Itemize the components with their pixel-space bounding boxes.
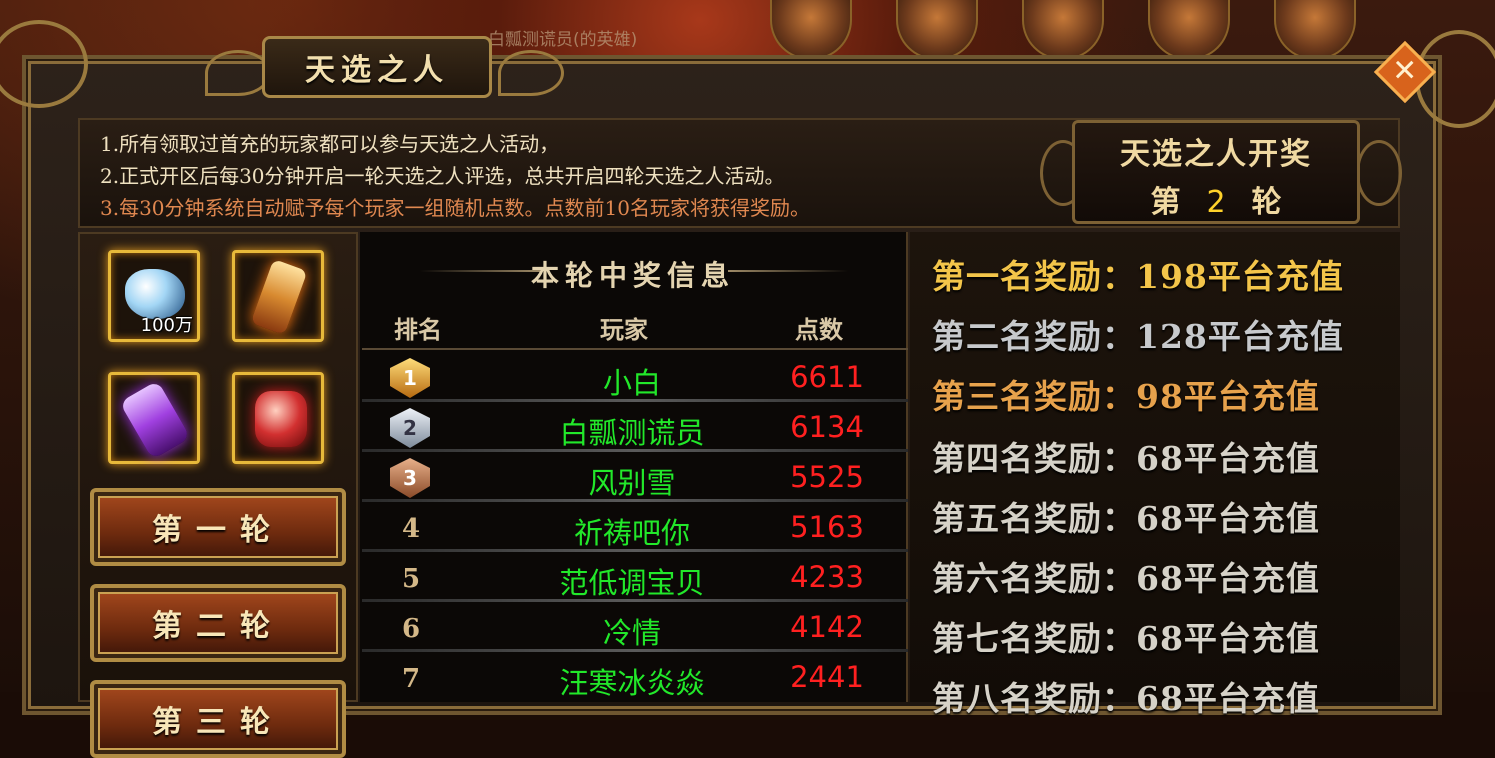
table-row: 1 小白 6611 [362, 354, 908, 402]
table-row: 4 祈祷吧你 5163 [362, 504, 908, 552]
player-points: 2441 [790, 660, 864, 694]
table-row: 5 范低调宝贝 4233 [362, 554, 908, 602]
player-points: 4233 [790, 560, 864, 594]
player-name: 汪寒冰炎焱 [559, 666, 705, 700]
player-name: 冷情 [602, 616, 661, 650]
rank-number: 5 [402, 564, 421, 594]
draw-title: 天选之人开奖 [1120, 137, 1312, 172]
player-points: 5163 [790, 510, 864, 544]
header-divider [362, 348, 908, 350]
prize-third: 第三名奖励：98平台充值 [932, 377, 1320, 416]
reward-item-purple-scroll[interactable] [108, 372, 200, 464]
row-divider [362, 399, 908, 402]
rank-number: 6 [402, 614, 421, 644]
background-hint-text: 白瓢测谎员(的英雄) [488, 30, 638, 50]
firework-icon [250, 258, 308, 336]
round-2-button[interactable]: 第二轮 [90, 584, 346, 662]
row-divider [362, 649, 908, 652]
prize-second: 第二名奖励：128平台充值 [932, 317, 1344, 356]
red-scroll-icon [255, 391, 307, 447]
column-header-points: 点数 [795, 315, 843, 344]
window-title: 天选之人 [305, 53, 449, 88]
window-title-tab: 天选之人 [262, 36, 492, 98]
player-points: 5525 [790, 460, 864, 494]
prize-fourth: 第四名奖励：68平台充值 [932, 439, 1320, 478]
winners-title: 本轮中奖信息 [530, 259, 735, 292]
reward-item-diamond[interactable]: 100万 [108, 250, 200, 342]
prize-eighth: 第八名奖励：68平台充值 [932, 679, 1320, 718]
player-points: 4142 [790, 610, 864, 644]
round-number: 2 [1206, 185, 1226, 220]
activity-icon[interactable] [896, 0, 978, 60]
bronze-medal-icon: 3 [390, 458, 430, 498]
rule-line: 1.所有领取过首充的玩家都可以参与天选之人活动， [100, 132, 560, 156]
player-name: 小白 [602, 366, 661, 400]
scroll-ornament-right [498, 50, 564, 96]
prize-sixth: 第六名奖励：68平台充值 [932, 559, 1320, 598]
activity-icon[interactable] [1274, 0, 1356, 60]
player-points: 6134 [790, 410, 864, 444]
prize-fifth: 第五名奖励：68平台充值 [932, 499, 1320, 538]
player-name: 范低调宝贝 [559, 566, 705, 600]
round-button-label: 第二轮 [152, 609, 284, 644]
purple-scroll-icon [119, 380, 191, 460]
row-divider [362, 499, 908, 502]
top-activity-icons [770, 0, 1390, 60]
round-button-label: 第一轮 [152, 513, 284, 548]
player-name: 祈祷吧你 [573, 516, 690, 550]
table-row: 3 风别雪 5525 [362, 454, 908, 502]
close-icon: ✕ [1392, 53, 1418, 89]
gold-medal-icon: 1 [390, 358, 430, 398]
row-divider [362, 449, 908, 452]
column-header-rank: 排名 [394, 315, 442, 344]
table-row: 7 汪寒冰炎焱 2441 [362, 654, 908, 702]
activity-icon[interactable] [1148, 0, 1230, 60]
table-row: 6 冷情 4142 [362, 604, 908, 652]
round-suffix: 轮 [1251, 185, 1282, 220]
player-points: 6611 [790, 360, 864, 394]
round-1-button[interactable]: 第一轮 [90, 488, 346, 566]
prize-first: 第一名奖励：198平台充值 [932, 257, 1344, 296]
row-divider [362, 599, 908, 602]
rank-number: 4 [402, 514, 421, 544]
round-prefix: 第 [1150, 185, 1181, 220]
player-name: 白瓢测谎员 [559, 416, 705, 450]
reward-quantity: 100万 [140, 315, 193, 336]
silver-medal-icon: 2 [390, 408, 430, 448]
draw-ornament-right [1356, 140, 1402, 206]
rule-line: 2.正式开区后每30分钟开启一轮天选之人评选，总共开启四轮天选之人活动。 [100, 164, 785, 188]
prize-seventh: 第七名奖励：68平台充值 [932, 619, 1320, 658]
round-button-label: 第三轮 [152, 705, 284, 740]
reward-item-red-scroll[interactable] [232, 372, 324, 464]
rank-number: 7 [402, 664, 421, 694]
row-divider [362, 549, 908, 552]
column-header-player: 玩家 [600, 315, 648, 344]
current-round: 第2轮 [1075, 177, 1357, 221]
rule-line: 3.每30分钟系统自动赋予每个玩家一组随机点数。点数前10名玩家将获得奖励。 [100, 196, 810, 220]
table-row: 2 白瓢测谎员 6134 [362, 404, 908, 452]
activity-icon[interactable] [1022, 0, 1104, 60]
draw-round-box: 天选之人开奖 第2轮 [1072, 120, 1360, 224]
activity-icon[interactable] [770, 0, 852, 60]
player-name: 风别雪 [588, 466, 676, 500]
reward-item-firework[interactable] [232, 250, 324, 342]
